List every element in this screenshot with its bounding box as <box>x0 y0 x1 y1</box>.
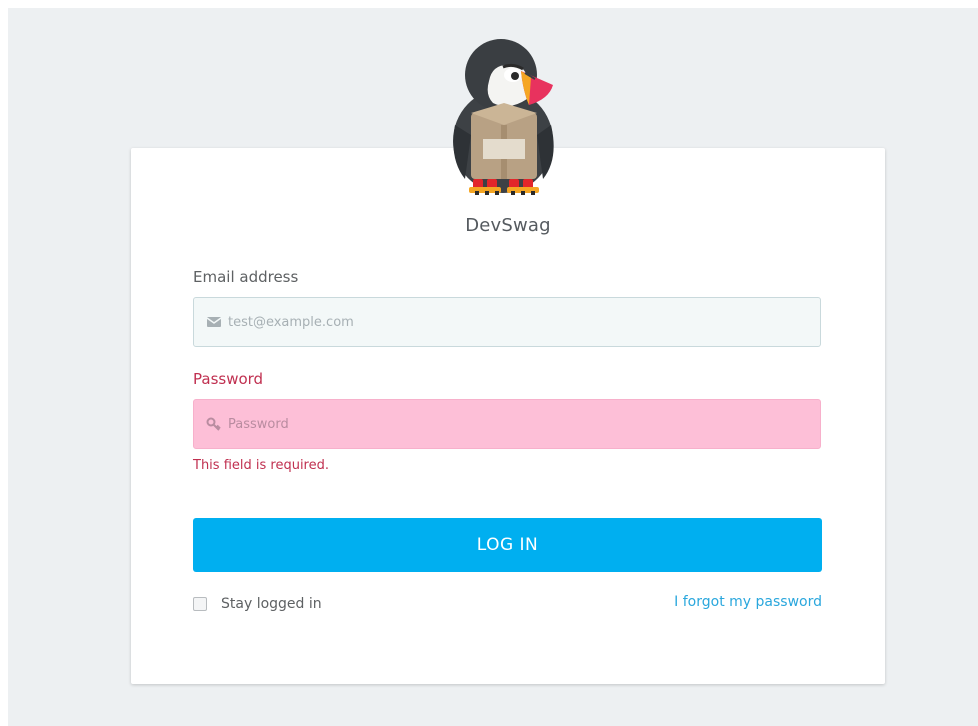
stay-logged-in-label[interactable]: Stay logged in <box>221 596 322 612</box>
password-error-message: This field is required. <box>193 458 329 473</box>
email-input[interactable] <box>228 298 808 346</box>
password-field-wrapper[interactable] <box>193 399 821 449</box>
puffin-mascot-icon <box>453 39 554 195</box>
password-label: Password <box>193 370 264 388</box>
stay-logged-in-checkbox[interactable] <box>193 597 207 611</box>
key-icon <box>206 417 221 431</box>
password-input[interactable] <box>228 400 808 448</box>
forgot-password-link[interactable]: I forgot my password <box>560 594 822 610</box>
shop-name: DevSwag <box>465 215 551 236</box>
login-button[interactable]: LOG IN <box>193 518 822 572</box>
stay-logged-in-row[interactable]: Stay logged in <box>193 594 322 614</box>
email-field-wrapper[interactable] <box>193 297 821 347</box>
email-label: Email address <box>193 268 299 286</box>
envelope-icon <box>206 317 222 327</box>
